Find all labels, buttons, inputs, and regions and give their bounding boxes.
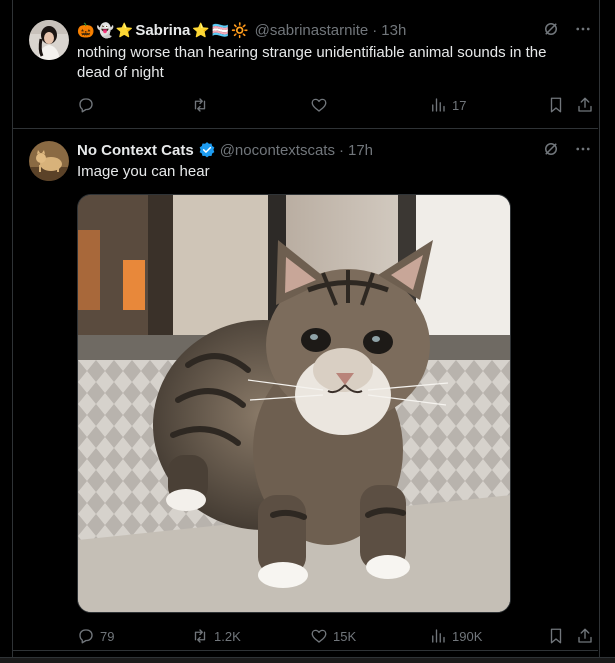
tweet-image[interactable]: [77, 194, 511, 613]
repost-button[interactable]: 1.2K: [191, 627, 241, 645]
bottom-bar: [0, 657, 615, 663]
like-button[interactable]: [310, 96, 333, 114]
repost-icon: [191, 96, 209, 114]
emoji: 🎃: [77, 21, 95, 38]
like-icon: [310, 96, 328, 114]
share-button[interactable]: [576, 627, 594, 645]
emoji: 🏳️‍⚧️: [211, 21, 230, 38]
reply-icon: [77, 627, 95, 645]
reply-button[interactable]: 79: [77, 627, 114, 645]
separator-dot: ·: [338, 141, 344, 159]
more-icon[interactable]: [574, 20, 592, 38]
repost-button[interactable]: [191, 96, 214, 114]
grok-icon[interactable]: [542, 20, 560, 38]
views-button[interactable]: 17: [429, 96, 466, 114]
share-icon: [576, 96, 594, 114]
tweet[interactable]: No Context Cats @nocontextscats · 17h Im…: [13, 129, 598, 649]
emoji: 🔆: [231, 21, 249, 38]
reply-count: 79: [100, 628, 115, 644]
views-count: 17: [452, 97, 467, 113]
like-count: 15K: [333, 628, 357, 644]
views-count: 190K: [452, 628, 483, 644]
views-icon: [429, 96, 447, 114]
separator-dot: ·: [372, 21, 378, 39]
reply-button[interactable]: [77, 96, 100, 114]
bookmark-button[interactable]: [547, 96, 565, 114]
like-icon: [310, 627, 328, 645]
tweet[interactable]: 🎃 👻 ⭐ Sabrina ⭐ 🏳️‍⚧️ 🔆 @sabrinastarnite…: [13, 0, 598, 128]
bookmark-icon: [547, 627, 565, 645]
avatar[interactable]: [29, 20, 69, 60]
handle[interactable]: @nocontextscats: [220, 142, 335, 159]
tweet-top-actions: [542, 140, 592, 158]
repost-count: 1.2K: [214, 628, 241, 644]
display-name[interactable]: Sabrina: [135, 22, 190, 39]
more-icon[interactable]: [574, 140, 592, 158]
share-button[interactable]: [576, 96, 594, 114]
bookmark-icon: [547, 96, 565, 114]
verified-icon: [198, 141, 216, 159]
emoji: ⭐: [115, 21, 134, 38]
emoji: 👻: [96, 21, 114, 38]
tweet-text: nothing worse than hearing strange unide…: [77, 44, 547, 81]
avatar[interactable]: [29, 141, 69, 181]
tweet-text: Image you can hear: [77, 163, 210, 180]
tweet-actions: 17: [77, 95, 598, 115]
reply-icon: [77, 96, 95, 114]
views-icon: [429, 627, 447, 645]
grok-icon[interactable]: [542, 140, 560, 158]
share-icon: [576, 627, 594, 645]
emoji: ⭐: [192, 21, 210, 38]
like-button[interactable]: 15K: [310, 627, 356, 645]
tweet-header: No Context Cats @nocontextscats · 17h: [77, 140, 598, 160]
display-name[interactable]: No Context Cats: [77, 142, 194, 159]
tweet-header: 🎃 👻 ⭐ Sabrina ⭐ 🏳️‍⚧️ 🔆 @sabrinastarnite…: [77, 20, 598, 40]
tweet-top-actions: [542, 20, 592, 38]
views-button[interactable]: 190K: [429, 627, 482, 645]
timestamp[interactable]: 17h: [348, 142, 373, 159]
cat-photo: [78, 195, 510, 612]
divider: [13, 650, 598, 651]
timestamp[interactable]: 13h: [381, 22, 406, 39]
tweet-actions: 79 1.2K 15K 190K: [77, 626, 598, 646]
handle[interactable]: @sabrinastarnite: [255, 22, 369, 39]
bookmark-button[interactable]: [547, 627, 565, 645]
repost-icon: [191, 627, 209, 645]
